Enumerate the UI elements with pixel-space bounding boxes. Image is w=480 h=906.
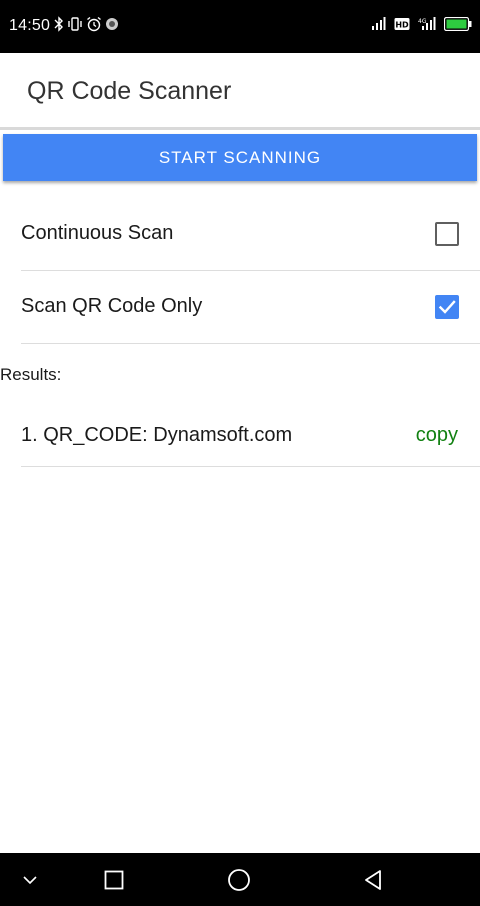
app-bar-divider — [0, 127, 480, 130]
status-time: 14:50 — [9, 17, 51, 34]
signal-4g-icon: 4G — [418, 16, 436, 37]
status-icons-right: HD 4G — [370, 15, 472, 37]
record-icon — [105, 17, 119, 36]
continuous-scan-label: Continuous Scan — [21, 222, 174, 244]
svg-text:4G: 4G — [418, 18, 427, 25]
vibrate-icon — [67, 16, 83, 37]
scan-qr-only-label: Scan QR Code Only — [21, 295, 203, 317]
collapse-icon[interactable] — [17, 867, 43, 893]
alarm-icon — [86, 16, 102, 37]
recents-icon[interactable] — [101, 867, 127, 893]
results-heading: Results: — [0, 365, 62, 384]
checkmark-icon — [438, 300, 456, 314]
continuous-scan-checkbox[interactable] — [435, 222, 459, 246]
signal-icon — [370, 16, 386, 37]
svg-text:HD: HD — [395, 20, 409, 29]
navigation-bar — [0, 853, 480, 906]
hd-icon: HD — [394, 17, 410, 36]
back-icon[interactable] — [360, 867, 386, 893]
status-bar: 14:50 HD 4G — [0, 0, 480, 53]
start-scanning-button[interactable]: START SCANNING — [3, 134, 477, 181]
status-icons-left — [54, 15, 119, 37]
scan-qr-only-row[interactable]: Scan QR Code Only — [21, 271, 480, 344]
result-text: 1. QR_CODE: Dynamsoft.com — [21, 424, 293, 446]
continuous-scan-row[interactable]: Continuous Scan — [21, 198, 480, 271]
result-item: 1. QR_CODE: Dynamsoft.com copy — [21, 406, 480, 467]
scan-qr-only-checkbox[interactable] — [435, 295, 459, 319]
app-title: QR Code Scanner — [27, 77, 232, 105]
home-icon[interactable] — [226, 867, 252, 893]
battery-icon — [443, 16, 472, 36]
copy-button[interactable]: copy — [416, 424, 458, 447]
app-bar: QR Code Scanner — [0, 53, 480, 128]
bluetooth-icon — [54, 15, 64, 37]
